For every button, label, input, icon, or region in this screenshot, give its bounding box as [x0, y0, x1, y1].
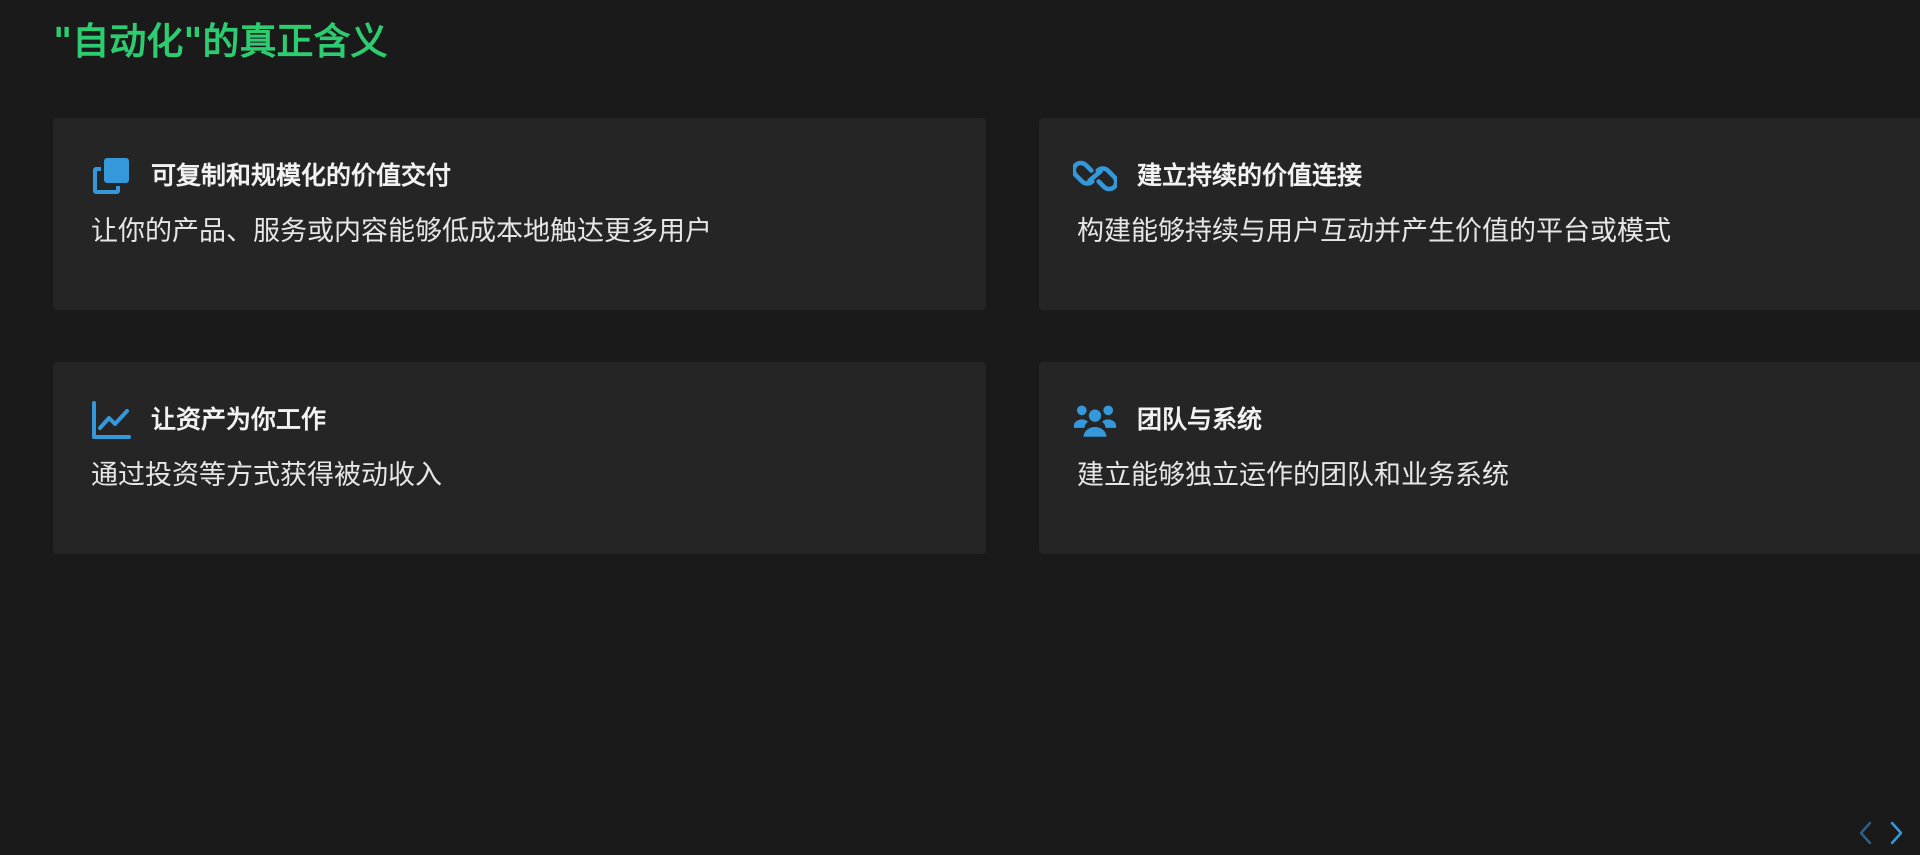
users-icon — [1073, 400, 1117, 440]
page-title: "自动化"的真正含义 — [53, 20, 388, 63]
card-title: 可复制和规模化的价值交付 — [151, 161, 452, 190]
card-header: 可复制和规模化的价值交付 — [91, 156, 451, 196]
card-header: 团队与系统 — [1073, 400, 1263, 440]
slide-nav — [1854, 821, 1908, 849]
card-team-system: 团队与系统 建立能够独立运作的团队和业务系统 — [1039, 362, 1920, 554]
card-title: 让资产为你工作 — [151, 405, 327, 434]
slide: "自动化"的真正含义 可复制和规模化的价值交付 让你的产品、服务或内容能够低成本… — [0, 0, 1920, 855]
card-description: 建立能够独立运作的团队和业务系统 — [1077, 460, 1509, 491]
card-title: 建立持续的价值连接 — [1137, 161, 1363, 190]
next-slide-button[interactable] — [1886, 821, 1908, 849]
card-description: 构建能够持续与用户互动并产生价值的平台或模式 — [1077, 216, 1671, 247]
card-header: 建立持续的价值连接 — [1073, 156, 1363, 196]
chart-line-icon — [91, 400, 131, 440]
card-assets-work: 让资产为你工作 通过投资等方式获得被动收入 — [53, 362, 986, 554]
card-description: 通过投资等方式获得被动收入 — [91, 460, 442, 491]
chevron-right-icon — [1890, 821, 1904, 849]
card-description: 让你的产品、服务或内容能够低成本地触达更多用户 — [91, 216, 712, 247]
card-title: 团队与系统 — [1137, 405, 1263, 434]
link-icon — [1073, 156, 1117, 196]
card-value-connection: 建立持续的价值连接 构建能够持续与用户互动并产生价值的平台或模式 — [1039, 118, 1920, 310]
clone-icon — [91, 156, 131, 196]
prev-slide-button[interactable] — [1854, 821, 1876, 849]
card-header: 让资产为你工作 — [91, 400, 326, 440]
chevron-left-icon — [1858, 821, 1872, 849]
card-replicable-value: 可复制和规模化的价值交付 让你的产品、服务或内容能够低成本地触达更多用户 — [53, 118, 986, 310]
